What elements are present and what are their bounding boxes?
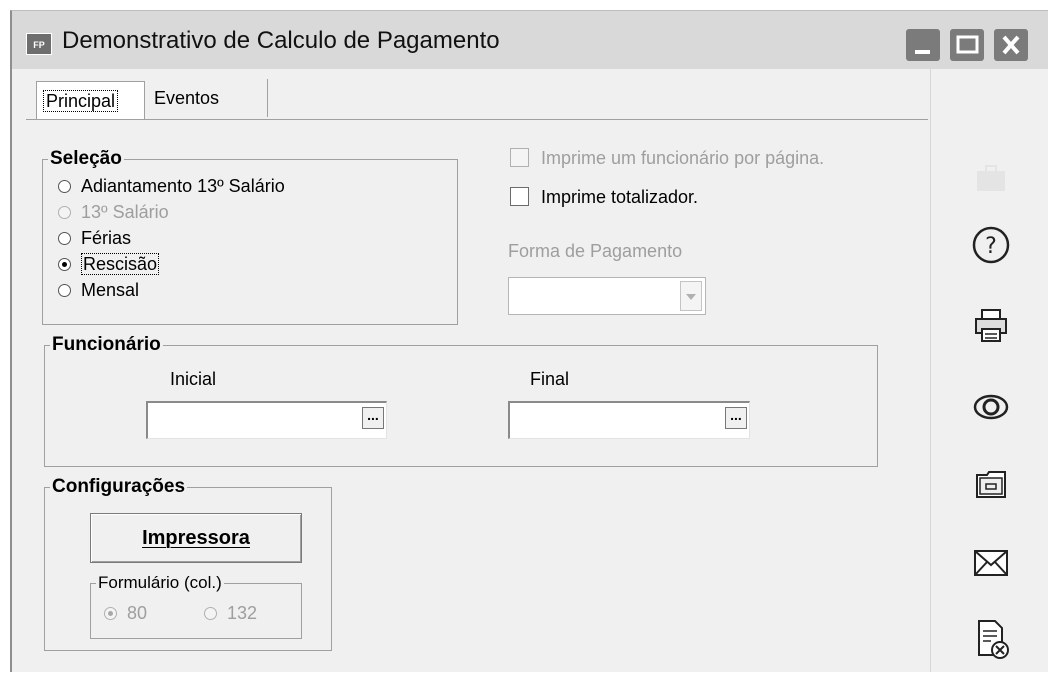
tab-principal-label: Principal	[43, 90, 119, 112]
radio-label: Rescisão	[81, 253, 160, 275]
final-lookup-button[interactable]: ...	[725, 407, 747, 429]
selecao-legend: Seleção	[48, 148, 124, 170]
tab-eventos[interactable]: Eventos	[148, 79, 268, 117]
printer-icon	[975, 309, 1007, 342]
window-title: Demonstrativo de Calculo de Pagamento	[62, 27, 500, 54]
radio-button[interactable]	[58, 232, 71, 245]
radio-button[interactable]	[58, 284, 71, 297]
svg-text:?: ?	[985, 234, 997, 259]
title-bar[interactable]: FP Demonstrativo de Calculo de Pagamento	[12, 11, 1048, 69]
email-button[interactable]	[931, 543, 1048, 603]
funcionario-legend: Funcionário	[50, 334, 163, 356]
inicial-field[interactable]: ...	[146, 401, 387, 439]
radio-label: Adiantamento 13º Salário	[81, 176, 285, 196]
checkbox-box[interactable]	[510, 187, 529, 206]
final-label: Final	[530, 369, 570, 389]
radio-col-80: 80	[104, 600, 147, 626]
checkbox-totalizador[interactable]: Imprime totalizador.	[510, 187, 698, 208]
tab-strip-line	[26, 119, 928, 120]
help-icon: ?	[972, 226, 1010, 264]
final-field[interactable]: ...	[508, 401, 750, 439]
radio-button[interactable]	[58, 258, 71, 271]
impressora-button[interactable]: Impressora	[90, 513, 302, 563]
print-button[interactable]	[931, 305, 1048, 365]
radio-button	[204, 607, 217, 620]
archive-button[interactable]	[931, 463, 1048, 523]
formulario-legend: Formulário (col.)	[96, 573, 224, 593]
inicial-lookup-button[interactable]: ...	[362, 407, 384, 429]
mail-icon	[974, 550, 1008, 576]
radio-col-132: 132	[204, 600, 257, 626]
radio-label: 132	[227, 603, 258, 623]
radio-rescisao[interactable]: Rescisão	[58, 251, 285, 277]
app-icon: FP	[26, 33, 52, 55]
tab-principal[interactable]: Principal	[36, 81, 145, 119]
eye-icon	[973, 394, 1009, 420]
cancel-report-button[interactable]	[931, 617, 1048, 677]
impressora-button-label: Impressora	[142, 527, 250, 549]
checkbox-label: Imprime totalizador.	[541, 187, 699, 207]
radio-button	[58, 206, 71, 219]
chevron-down-icon	[686, 294, 696, 300]
checkbox-label: Imprime um funcionário por página.	[541, 148, 825, 168]
close-icon	[1002, 35, 1020, 55]
radio-label: 13º Salário	[81, 202, 169, 222]
radio-label: Mensal	[81, 280, 140, 300]
configuracoes-legend: Configurações	[50, 476, 188, 498]
radio-button	[104, 607, 117, 620]
briefcase-icon	[977, 165, 1005, 191]
forma-pagamento-combo[interactable]	[508, 277, 706, 315]
main-window: FP Demonstrativo de Calculo de Pagamento…	[10, 10, 1048, 672]
radio-13-salario: 13º Salário	[58, 199, 285, 225]
radio-adiantamento[interactable]: Adiantamento 13º Salário	[58, 173, 285, 199]
document-cancel-icon	[978, 620, 1009, 659]
tab-eventos-label: Eventos	[154, 88, 220, 108]
maximize-button[interactable]	[950, 29, 984, 61]
minimize-icon	[915, 50, 930, 54]
selecao-options: Adiantamento 13º Salário 13º Salário Fér…	[58, 173, 285, 303]
radio-label: Férias	[81, 228, 132, 248]
minimize-button[interactable]	[906, 29, 940, 61]
radio-button[interactable]	[58, 180, 71, 193]
archive-icon	[976, 471, 1006, 498]
maximize-icon	[956, 35, 979, 54]
side-toolbar: ?	[930, 69, 1048, 672]
checkbox-box	[510, 148, 529, 167]
forma-pagamento-label: Forma de Pagamento	[508, 241, 683, 261]
close-button[interactable]	[994, 29, 1028, 61]
preview-button[interactable]	[931, 387, 1048, 447]
inicial-label: Inicial	[170, 369, 217, 389]
radio-label: 80	[127, 603, 148, 623]
briefcase-button	[931, 159, 1048, 219]
combo-dropdown-button[interactable]	[680, 281, 702, 311]
radio-ferias[interactable]: Férias	[58, 225, 285, 251]
help-button[interactable]: ?	[931, 225, 1048, 285]
radio-mensal[interactable]: Mensal	[58, 277, 285, 303]
checkbox-one-per-page: Imprime um funcionário por página.	[510, 148, 824, 169]
